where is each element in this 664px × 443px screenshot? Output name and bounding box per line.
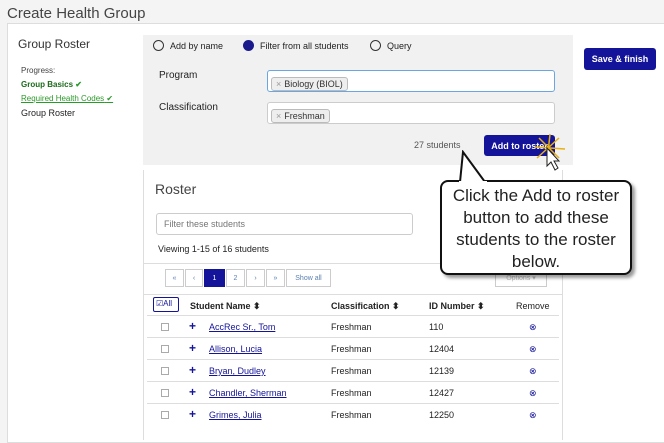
student-count: 27 students	[414, 140, 461, 150]
plus-icon[interactable]: +	[189, 341, 196, 355]
program-input[interactable]: × Biology (BIOL)	[267, 70, 555, 92]
remove-icon[interactable]: ⊗	[529, 322, 537, 333]
col-student-name[interactable]: Student Name ⬍	[190, 301, 261, 312]
viewing-count: Viewing 1-15 of 16 students	[158, 244, 269, 254]
radio-label: Query	[387, 40, 412, 51]
col-id-number[interactable]: ID Number ⬍	[429, 301, 485, 312]
program-label: Program	[159, 70, 198, 81]
radio-icon	[153, 40, 164, 51]
step-group-basics[interactable]: Group Basics ✔	[21, 80, 82, 89]
plus-icon[interactable]: +	[189, 319, 196, 333]
check-icon: ✔	[75, 80, 82, 89]
callout-pointer	[458, 150, 487, 185]
radio-filter-all[interactable]: Filter from all students	[243, 40, 349, 51]
remove-icon[interactable]: ⊗	[529, 410, 537, 421]
sort-icon: ⬍	[253, 301, 261, 311]
classification-tag: × Freshman	[271, 109, 330, 123]
roster-heading: Roster	[155, 181, 197, 197]
row-checkbox[interactable]	[161, 389, 169, 397]
remove-tag-icon[interactable]: ×	[276, 111, 281, 121]
step-group-roster[interactable]: Group Roster	[21, 108, 75, 118]
id-cell: 12139	[429, 366, 455, 376]
row-checkbox[interactable]	[161, 411, 169, 419]
remove-tag-icon[interactable]: ×	[276, 79, 281, 89]
sort-icon: ⬍	[477, 301, 485, 311]
sort-icon: ⬍	[392, 301, 400, 311]
select-all-button[interactable]: ☑All	[153, 297, 179, 312]
program-tag: × Biology (BIOL)	[271, 77, 348, 91]
tag-label: Biology (BIOL)	[284, 79, 343, 89]
cursor-icon	[534, 133, 566, 171]
row-checkbox[interactable]	[161, 323, 169, 331]
radio-query[interactable]: Query	[370, 40, 412, 51]
progress-label: Progress:	[21, 66, 56, 75]
page-title: Create Health Group	[7, 5, 146, 22]
next-page-button[interactable]: ›	[246, 269, 265, 287]
radio-selected-icon	[243, 40, 254, 51]
col-remove: Remove	[516, 301, 550, 311]
student-name-link[interactable]: AccRec Sr., Tom	[209, 322, 275, 332]
id-cell: 110	[429, 322, 444, 332]
id-cell: 12250	[429, 410, 455, 420]
remove-icon[interactable]: ⊗	[529, 366, 537, 377]
plus-icon[interactable]: +	[189, 385, 196, 399]
row-checkbox[interactable]	[161, 345, 169, 353]
table-row: + AccRec Sr., Tom Freshman 110 ⊗	[147, 315, 559, 337]
page-2-button[interactable]: 2	[226, 269, 245, 287]
student-name-link[interactable]: Bryan, Dudley	[209, 366, 266, 376]
col-label: Classification	[331, 301, 390, 311]
radio-label: Add by name	[170, 40, 224, 51]
check-icon: ✔	[106, 94, 114, 103]
last-page-button[interactable]: »	[266, 269, 285, 287]
prev-page-button[interactable]: ‹	[185, 269, 203, 287]
col-label: Student Name	[190, 301, 251, 311]
all-label: All	[163, 299, 173, 308]
table-row: + Chandler, Sherman Freshman 12427 ⊗	[147, 381, 559, 403]
save-finish-button[interactable]: Save & finish	[584, 48, 656, 70]
student-name-link[interactable]: Allison, Lucia	[209, 344, 262, 354]
student-name-link[interactable]: Grimes, Julia	[209, 410, 262, 420]
show-all-button[interactable]: Show all	[286, 269, 331, 287]
table-row: + Grimes, Julia Freshman 12250 ⊗	[147, 403, 559, 425]
step-label: Group Basics	[21, 80, 74, 89]
step-required-health-codes[interactable]: Required Health Codes ✔	[21, 94, 113, 103]
plus-icon[interactable]: +	[189, 363, 196, 377]
classification-label: Classification	[159, 102, 218, 113]
classification-cell: Freshman	[331, 366, 372, 376]
radio-add-by-name[interactable]: Add by name	[153, 40, 223, 51]
col-label: ID Number	[429, 301, 475, 311]
table-row: + Bryan, Dudley Freshman 12139 ⊗	[147, 359, 559, 381]
first-page-button[interactable]: «	[165, 269, 184, 287]
tag-label: Freshman	[284, 111, 325, 121]
student-name-link[interactable]: Chandler, Sherman	[209, 388, 287, 398]
table-row: + Allison, Lucia Freshman 12404 ⊗	[147, 337, 559, 359]
id-cell: 12404	[429, 344, 455, 354]
sidebar-heading: Group Roster	[18, 37, 91, 51]
classification-cell: Freshman	[331, 388, 372, 398]
remove-icon[interactable]: ⊗	[529, 344, 537, 355]
radio-icon	[370, 40, 381, 51]
page-1-button[interactable]: 1	[204, 269, 225, 287]
id-cell: 12427	[429, 388, 455, 398]
classification-cell: Freshman	[331, 322, 372, 332]
classification-cell: Freshman	[331, 410, 372, 420]
tutorial-callout: Click the Add to roster button to add th…	[440, 180, 632, 275]
classification-input[interactable]: × Freshman	[267, 102, 555, 124]
radio-label: Filter from all students	[260, 40, 349, 51]
classification-cell: Freshman	[331, 344, 372, 354]
row-checkbox[interactable]	[161, 367, 169, 375]
filter-students-input[interactable]	[156, 213, 413, 235]
step-label: Required Health Codes	[21, 94, 105, 103]
remove-icon[interactable]: ⊗	[529, 388, 537, 399]
col-classification[interactable]: Classification ⬍	[331, 301, 400, 312]
plus-icon[interactable]: +	[189, 407, 196, 421]
